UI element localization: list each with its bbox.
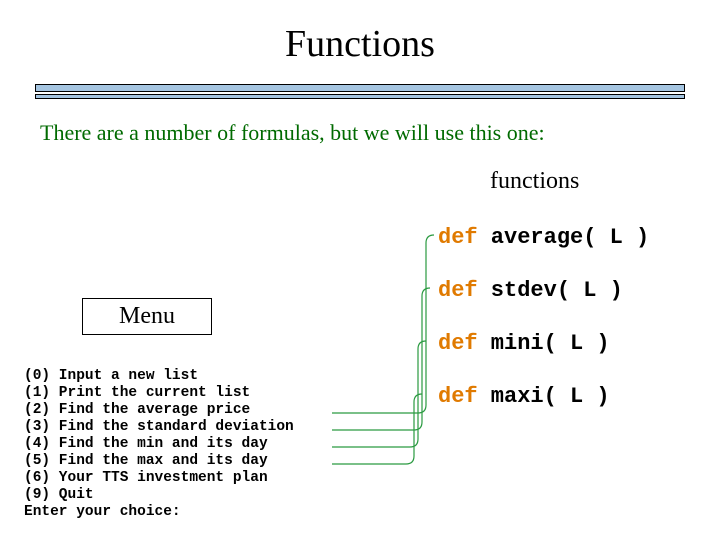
fn-maxi: def maxi( L ) [438, 384, 610, 409]
fn-sig-mini: mini( L ) [478, 331, 610, 356]
def-keyword: def [438, 225, 478, 250]
menu-label-box: Menu [82, 298, 212, 335]
slide-title: Functions [0, 22, 720, 66]
def-keyword: def [438, 331, 478, 356]
fn-sig-stdev: stdev( L ) [478, 278, 623, 303]
intro-text: There are a number of formulas, but we w… [40, 120, 545, 146]
menu-list: (0) Input a new list (1) Print the curre… [24, 368, 294, 521]
fn-stdev: def stdev( L ) [438, 278, 623, 303]
fn-average: def average( L ) [438, 225, 649, 250]
fn-sig-maxi: maxi( L ) [478, 384, 610, 409]
functions-heading: functions [490, 168, 579, 195]
def-keyword: def [438, 278, 478, 303]
title-divider [35, 84, 685, 99]
fn-mini: def mini( L ) [438, 331, 610, 356]
def-keyword: def [438, 384, 478, 409]
fn-sig-average: average( L ) [478, 225, 650, 250]
